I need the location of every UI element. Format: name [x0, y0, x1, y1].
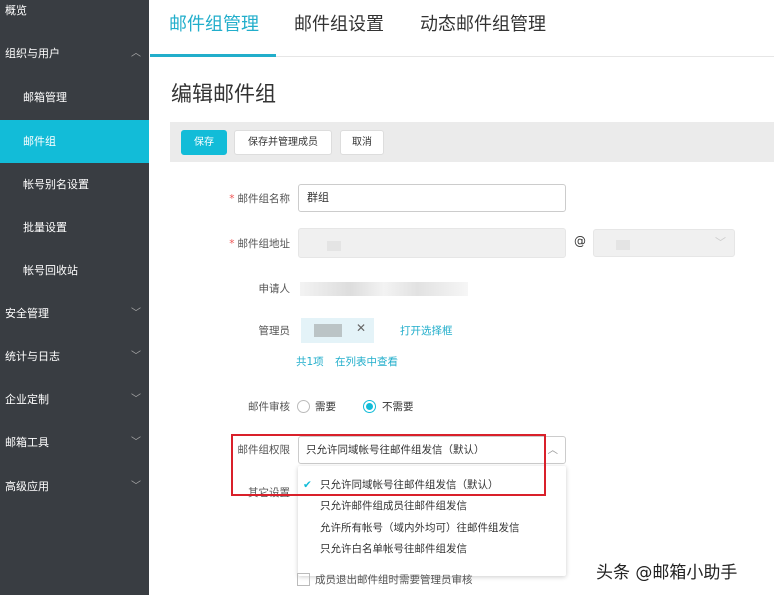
label: 帐号别名设置 — [23, 178, 89, 191]
at-sign: @ — [574, 234, 586, 248]
permission-option-members-only[interactable]: 只允许邮件组成员往邮件组发信 — [298, 496, 566, 517]
tab-dynamic-group[interactable]: 动态邮件组管理 — [420, 10, 546, 36]
applicant-label: 申请人 — [258, 283, 291, 295]
label: 邮件组 — [23, 135, 56, 148]
tab-bar: 邮件组管理 邮件组设置 动态邮件组管理 — [150, 0, 774, 57]
label: 邮箱管理 — [23, 91, 67, 104]
tab-group-settings[interactable]: 邮件组设置 — [294, 10, 384, 36]
save-button[interactable]: 保存 — [181, 130, 227, 155]
sidebar: 概览 组织与用户 ︿ 邮箱管理 邮件组 帐号别名设置 批量设置 帐号回收站 安全管… — [0, 0, 149, 595]
remove-icon[interactable]: ✕ — [356, 321, 366, 335]
review-not-required-label: 不需要 — [382, 401, 414, 413]
sidebar-item-overview[interactable]: 概览 — [0, 0, 149, 32]
cancel-button[interactable]: 取消 — [340, 130, 384, 155]
toolbar: 保存 保存并管理成员 取消 — [170, 122, 774, 162]
highlight-box — [231, 434, 546, 496]
admin-tag: ✕ — [301, 318, 374, 343]
sidebar-item-security[interactable]: 安全管理 ﹀ — [0, 292, 149, 335]
admin-label: 管理员 — [258, 325, 291, 337]
domain-select[interactable]: ﹀ — [593, 229, 735, 257]
review-required-radio[interactable] — [297, 400, 310, 413]
chevron-down-icon: ﹀ — [131, 437, 141, 448]
name-label: * 邮件组名称 — [170, 191, 290, 206]
required-mark: * — [229, 193, 235, 205]
sidebar-item-custom[interactable]: 企业定制 ﹀ — [0, 378, 149, 421]
count-text: 共1项 — [296, 356, 324, 368]
review-not-required-radio[interactable] — [363, 400, 376, 413]
label: 安全管理 — [5, 307, 49, 320]
page-title: 编辑邮件组 — [171, 82, 276, 106]
sidebar-item-tools[interactable]: 邮箱工具 ﹀ — [0, 421, 149, 464]
admin-name-blurred — [314, 324, 342, 337]
label: 统计与日志 — [5, 350, 60, 363]
sidebar-item-advanced[interactable]: 高级应用 ﹀ — [0, 465, 149, 508]
sidebar-item-stats[interactable]: 统计与日志 ﹀ — [0, 335, 149, 378]
chevron-down-icon: ﹀ — [131, 394, 141, 405]
label-text: 邮件组地址 — [237, 238, 291, 250]
sidebar-item-org-users[interactable]: 组织与用户 ︿ — [0, 32, 149, 75]
group-address-input[interactable] — [298, 228, 566, 258]
label-text: 邮件组名称 — [237, 193, 291, 205]
group-name-input[interactable]: 群组 — [298, 184, 566, 212]
label: 高级应用 — [5, 480, 49, 493]
sidebar-item-batch[interactable]: 批量设置 — [0, 206, 149, 249]
chevron-up-icon: ︿ — [547, 444, 559, 456]
tab-group-manage[interactable]: 邮件组管理 — [169, 10, 259, 36]
label: 组织与用户 — [5, 47, 60, 60]
chevron-down-icon: ﹀ — [131, 351, 141, 362]
member-exit-review-checkbox[interactable] — [297, 573, 310, 586]
chevron-up-icon: ︿ — [131, 48, 141, 59]
open-selector-link[interactable]: 打开选择框 — [400, 323, 453, 338]
active-tab-indicator — [150, 54, 276, 57]
sidebar-item-alias[interactable]: 帐号别名设置 — [0, 163, 149, 206]
required-mark: * — [229, 238, 235, 250]
member-exit-review-label: 成员退出邮件组时需要管理员审核 — [315, 574, 473, 586]
permission-option-all[interactable]: 允许所有帐号（域内外均可）往邮件组发信 — [298, 518, 566, 539]
label: 批量设置 — [23, 221, 67, 234]
label: 企业定制 — [5, 393, 49, 406]
review-label: 邮件审核 — [248, 401, 290, 413]
sidebar-item-mail-group[interactable]: 邮件组 — [0, 120, 149, 163]
chevron-down-icon: ﹀ — [715, 236, 726, 249]
chevron-down-icon: ﹀ — [131, 481, 141, 492]
address-label: * 邮件组地址 — [170, 236, 290, 251]
view-in-list-link[interactable]: 在列表中查看 — [335, 354, 398, 369]
save-manage-members-button[interactable]: 保存并管理成员 — [234, 130, 332, 155]
sidebar-item-recycle[interactable]: 帐号回收站 — [0, 249, 149, 292]
label: 邮箱工具 — [5, 436, 49, 449]
label: 概览 — [5, 4, 27, 17]
applicant-value-blurred — [300, 282, 468, 296]
chevron-down-icon: ﹀ — [131, 308, 141, 319]
blurred-value — [616, 240, 630, 250]
label: 帐号回收站 — [23, 264, 78, 277]
review-required-label: 需要 — [315, 401, 336, 413]
watermark: 头条 @邮箱小助手 — [596, 563, 738, 583]
permission-option-whitelist[interactable]: 只允许白名单帐号往邮件组发信 — [298, 539, 566, 560]
sidebar-item-mailbox-manage[interactable]: 邮箱管理 — [0, 76, 149, 119]
blurred-value — [327, 241, 341, 251]
